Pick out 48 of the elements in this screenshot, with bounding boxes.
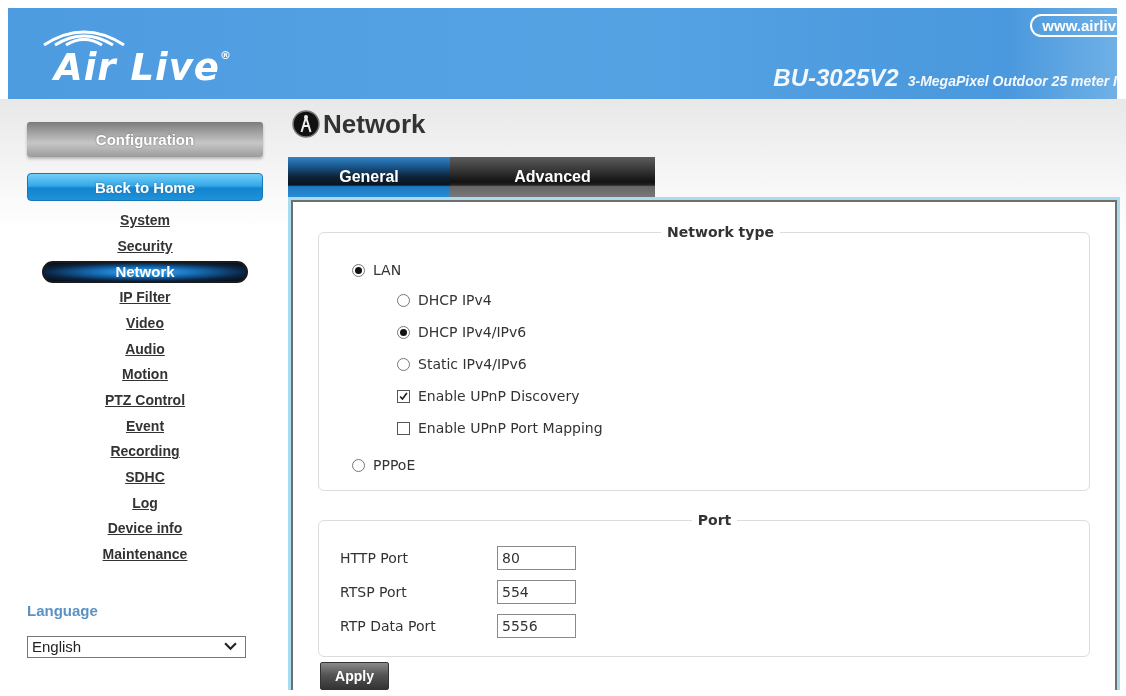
checkbox[interactable] [397,421,410,435]
menu-item[interactable]: Video [126,314,164,333]
menu-item[interactable]: Network [42,261,248,284]
option-label: DHCP IPv4 [418,291,492,309]
apply-button[interactable]: Apply [320,662,389,690]
menu-item[interactable]: Motion [122,366,168,384]
port-input[interactable]: 80 [497,546,576,570]
back-to-home-button[interactable]: Back to Home [27,173,263,201]
menu-item[interactable]: Event [125,417,165,436]
group-legend: Network type [661,223,780,241]
menu-item[interactable]: SDHC [125,469,165,487]
option-label: DHCP IPv4/IPv6 [418,323,527,341]
field-label: RTSP Port [340,583,408,601]
menu-item[interactable]: Device info [107,520,183,539]
option-label: Static IPv4/IPv6 [418,355,527,373]
menu-item[interactable]: Log [132,494,158,513]
menu-item[interactable]: PTZ Control [104,391,186,410]
menu-item[interactable]: System [120,212,170,230]
field-label: HTTP Port [340,549,410,567]
checkbox[interactable] [397,389,410,403]
language-label: Language [27,601,98,620]
option-label: PPPoE [373,456,416,474]
page-title: Network [323,110,426,138]
tab[interactable]: Advanced [450,157,655,197]
radio-button[interactable] [397,293,410,307]
option-label: Enable UPnP Port Mapping [418,419,603,437]
group-legend: Port [691,511,738,529]
option-label: LAN [373,261,402,279]
chevron-down-icon [224,642,237,652]
radio-button[interactable] [397,357,410,371]
radio-button[interactable] [397,325,410,339]
port-input[interactable]: 554 [497,580,576,604]
tower-icon [292,110,320,138]
menu-item[interactable]: IP Filter [119,289,171,307]
menu-item[interactable]: Recording [110,443,180,461]
option-label: Enable UPnP Discovery [418,387,580,405]
field-label: RTP Data Port [340,617,437,635]
model-name: BU-3025V2 [773,65,899,91]
tab[interactable]: General [288,157,450,197]
menu-item[interactable]: Audio [125,340,165,359]
logo-text: Air Live$^{®}$ [54,50,232,86]
model-description: 3-MegaPixel Outdoor 25 meter I [907,73,1117,89]
radio-button[interactable] [352,263,365,277]
menu-item[interactable]: Maintenance [102,546,188,564]
port-input[interactable]: 5556 [497,614,576,638]
language-select[interactable]: English [27,635,246,658]
radio-button[interactable] [352,458,365,472]
menu-item[interactable]: Security [117,237,173,256]
